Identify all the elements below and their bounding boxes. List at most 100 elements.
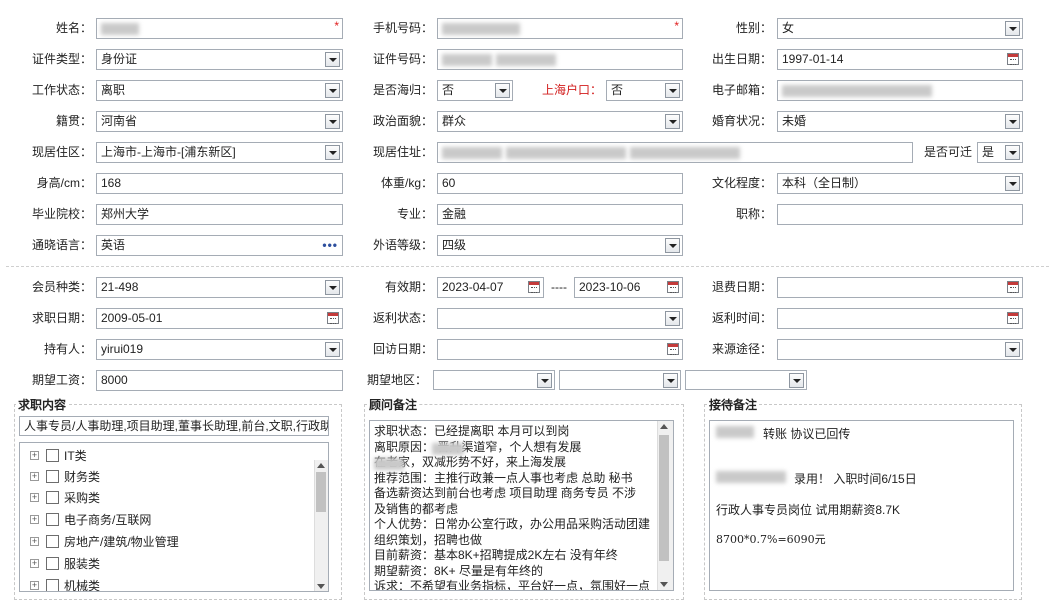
calendar-icon[interactable] [1007,281,1019,293]
calendar-icon[interactable] [1007,312,1019,324]
scroll-up-icon[interactable] [317,463,325,468]
expand-icon[interactable]: + [30,451,39,460]
work-status-select[interactable]: 离职 [96,80,343,101]
checkbox[interactable] [46,535,59,548]
holder-select[interactable]: yirui019 [96,339,343,360]
tree-item-purchase[interactable]: + 采购类 [30,488,310,508]
expand-icon[interactable]: + [30,472,39,481]
checkbox[interactable] [46,491,59,504]
language-field[interactable]: 英语 ••• [96,235,343,256]
gender-select[interactable]: 女 [777,18,1023,39]
salary-field[interactable]: 8000 [96,370,343,391]
relocate-select[interactable]: 是 [977,142,1023,163]
checkbox[interactable] [46,449,59,462]
calendar-icon[interactable] [327,312,339,324]
political-select[interactable]: 群众 [437,111,683,132]
weight-field[interactable]: 60 [437,173,683,194]
tree-scrollbar[interactable] [314,460,328,591]
expand-icon[interactable]: + [30,559,39,568]
scroll-down-icon[interactable] [317,584,325,589]
chevron-down-icon[interactable] [1005,342,1020,357]
calendar-icon[interactable] [528,281,540,293]
chevron-down-icon[interactable] [325,52,340,67]
region-city-select[interactable] [559,370,681,390]
school-field[interactable]: 郑州大学 [96,204,343,225]
foreign-level-select[interactable]: 四级 [437,235,683,256]
name-field[interactable]: * [96,18,343,39]
education-select[interactable]: 本科（全日制） [777,173,1023,194]
tree-item-apparel[interactable]: + 服装类 [30,554,310,574]
job-date-field[interactable]: 2009-05-01 [96,308,343,329]
rebate-time-field[interactable] [777,308,1023,329]
chevron-down-icon[interactable] [1005,21,1020,36]
checkbox[interactable] [46,513,59,526]
chevron-down-icon[interactable] [789,373,804,388]
chevron-down-icon[interactable] [665,311,680,326]
native-select[interactable]: 河南省 [96,111,343,132]
scroll-thumb[interactable] [316,472,326,512]
job-summary-field[interactable]: 人事专员/人事助理,项目助理,董事长助理,前台,文职,行政助 [19,416,329,436]
valid-to-value: 2023-10-06 [579,280,641,294]
calendar-icon[interactable] [667,343,679,355]
chevron-down-icon[interactable] [325,342,340,357]
chevron-down-icon[interactable] [665,83,680,98]
chevron-down-icon[interactable] [1005,114,1020,129]
reception-notes-textarea[interactable]: 转账 协议已回传 录用！ 入职时间6/15日 行政人事专员岗位 试用期薪资8.7… [709,420,1014,591]
checkbox[interactable] [46,470,59,483]
advisor-notes-textarea[interactable]: 求职状态：已经提离职 本月可以到岗 离职原因： 晋升渠道窄，个人想有发展 在老家… [369,420,674,591]
chevron-down-icon[interactable] [537,373,552,388]
expand-icon[interactable]: + [30,581,39,590]
region-province-select[interactable] [433,370,555,390]
chevron-down-icon[interactable] [1005,176,1020,191]
phone-field[interactable]: * [437,18,683,39]
returnee-select[interactable]: 否 [437,80,513,101]
tree-item-ecommerce[interactable]: + 电子商务/互联网 [30,510,310,530]
chevron-down-icon[interactable] [1005,145,1020,160]
tree-item-it[interactable]: + IT类 [30,446,310,466]
sh-hukou-select[interactable]: 否 [606,80,683,101]
chevron-down-icon[interactable] [325,114,340,129]
member-type-select[interactable]: 21-498 [96,277,343,298]
reception-line: 8700*0.7%=6090元 [716,533,826,546]
address-field[interactable] [437,142,913,163]
chevron-down-icon[interactable] [325,280,340,295]
scroll-up-icon[interactable] [660,424,668,429]
tree-item-machinery[interactable]: + 机械类 [30,576,310,591]
marital-select[interactable]: 未婚 [777,111,1023,132]
category-tree[interactable]: + IT类 + 财务类 + 采购类 + 电子商务/互联网 + 房地产/建筑/物业… [19,442,329,592]
notes-scrollbar[interactable] [657,421,673,590]
tree-item-realestate[interactable]: + 房地产/建筑/物业管理 [30,532,310,552]
email-field[interactable] [777,80,1023,101]
checkbox[interactable] [46,557,59,570]
chevron-down-icon[interactable] [325,83,340,98]
refund-date-field[interactable] [777,277,1023,298]
rebate-status-select[interactable] [437,308,683,329]
chevron-down-icon[interactable] [495,83,510,98]
source-select[interactable] [777,339,1023,360]
region-district-select[interactable] [685,370,807,390]
calendar-icon[interactable] [1007,53,1019,65]
expand-icon[interactable]: + [30,537,39,546]
major-field[interactable]: 金融 [437,204,683,225]
height-field[interactable]: 168 [96,173,343,194]
checkbox[interactable] [46,579,59,591]
expand-icon[interactable]: + [30,515,39,524]
more-icon[interactable]: ••• [322,236,338,255]
chevron-down-icon[interactable] [325,145,340,160]
calendar-icon[interactable] [667,281,679,293]
visit-date-field[interactable] [437,339,683,360]
scroll-down-icon[interactable] [660,582,668,587]
chevron-down-icon[interactable] [663,373,678,388]
id-no-field[interactable] [437,49,683,70]
chevron-down-icon[interactable] [665,114,680,129]
scroll-thumb[interactable] [659,435,669,561]
chevron-down-icon[interactable] [665,238,680,253]
expand-icon[interactable]: + [30,493,39,502]
tree-item-finance[interactable]: + 财务类 [30,467,310,487]
valid-to-field[interactable]: 2023-10-06 [574,277,683,298]
title-field[interactable] [777,204,1023,225]
valid-from-field[interactable]: 2023-04-07 [437,277,544,298]
residence-area-select[interactable]: 上海市-上海市-[浦东新区] [96,142,343,163]
id-type-select[interactable]: 身份证 [96,49,343,70]
birth-date-field[interactable]: 1997-01-14 [777,49,1023,70]
